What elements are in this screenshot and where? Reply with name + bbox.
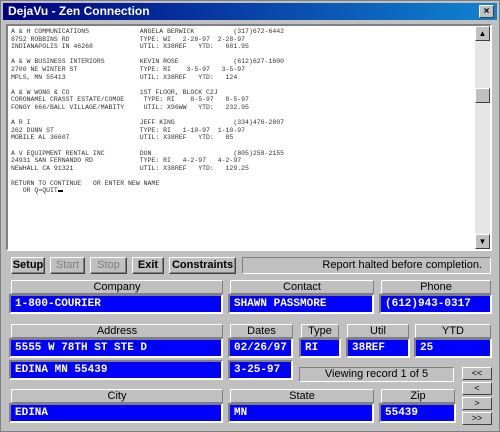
terminal-line: CORONAMEL CRASST ESTATE/COMOE TYPE: RI 8… — [11, 96, 249, 104]
last-record-button[interactable]: >> — [462, 412, 492, 425]
company-label: Company — [11, 280, 223, 294]
company-field[interactable]: 1-800-COURIER — [9, 294, 223, 314]
address-label: Address — [11, 324, 223, 338]
terminal-line: A V EQUIPMENT RENTAL INC DON (805)258-21… — [11, 149, 285, 157]
dates-label: Dates — [230, 324, 293, 338]
util-field[interactable]: 38REF — [346, 338, 410, 358]
terminal-output[interactable]: A & H COMMUNICATIONS ANGELA BERWICK (317… — [6, 24, 492, 251]
terminal-line: NEWHALL CA 91321 UTIL: X38REF YTD: 129.2… — [11, 164, 249, 172]
contact-field[interactable]: SHAWN PASSMORE — [228, 294, 374, 314]
scroll-down-button[interactable]: ▼ — [475, 234, 490, 249]
terminal-line: 8752 ROBBINS RD TYPE: WI 2-28-97 2-28-97 — [11, 35, 246, 43]
constraints-button[interactable]: Constraints — [169, 257, 236, 274]
setup-button[interactable]: Setup — [11, 257, 45, 274]
terminal-line: A R I JEFF KING (334)476-2807 — [11, 119, 285, 127]
terminal-scrollbar[interactable]: ▲ ▼ — [475, 26, 490, 249]
date1-field[interactable]: 02/26/97 — [228, 338, 293, 358]
terminal-line: 24931 SAN FERNANDO RD TYPE: RI 4-2-97 4-… — [11, 157, 242, 165]
terminal-line: A & W BUSINESS INTERIORS KEVIN ROSE (612… — [11, 58, 285, 66]
title-bar: DejaVu - Zen Connection × — [3, 3, 497, 20]
exit-button[interactable]: Exit — [132, 257, 164, 274]
terminal-line: FONGY 666/BALL VILLAGE/MABITY UTIL: X96W… — [11, 103, 249, 111]
terminal-text: A & H COMMUNICATIONS ANGELA BERWICK (317… — [11, 28, 476, 248]
stop-button[interactable]: Stop — [90, 257, 127, 274]
type-field[interactable]: RI — [299, 338, 341, 358]
city-field[interactable]: EDINA — [9, 403, 223, 423]
ytd-field[interactable]: 25 — [414, 338, 492, 358]
app-window: DejaVu - Zen Connection × A & H COMMUNIC… — [0, 0, 500, 432]
terminal-line: 262 DUNN ST TYPE: RI 1-10-97 1-10-97 — [11, 126, 246, 134]
address-line2-field[interactable]: EDINA MN 55439 — [9, 360, 223, 380]
phone-label: Phone — [381, 280, 491, 294]
record-position: Viewing record 1 of 5 — [299, 367, 454, 382]
state-field[interactable]: MN — [228, 403, 374, 423]
city-label: City — [11, 389, 223, 403]
terminal-line: RETURN TO CONTINUE OR ENTER NEW NAME — [11, 179, 160, 187]
util-label: Util — [347, 324, 409, 338]
scroll-thumb[interactable] — [475, 88, 490, 103]
scroll-up-button[interactable]: ▲ — [475, 26, 490, 41]
terminal-line: OR Q=QUIT — [11, 187, 58, 195]
previous-record-button[interactable]: < — [462, 382, 492, 395]
start-button[interactable]: Start — [50, 257, 85, 274]
state-label: State — [230, 389, 374, 403]
zip-label: Zip — [381, 389, 455, 403]
terminal-line: MPLS, MN 55413 UTIL: X38REF YTD: 124 — [11, 73, 238, 81]
terminal-line: 2700 NE WINTER ST TYPE: RI 3-5-97 3-5-97 — [11, 65, 246, 73]
terminal-line: MOBILE AL 36607 UTIL: X38REF YTD: 85 — [11, 134, 234, 142]
window-title: DejaVu - Zen Connection — [8, 4, 150, 18]
text-cursor — [57, 190, 63, 193]
terminal-line: A & H COMMUNICATIONS ANGELA BERWICK (317… — [11, 28, 285, 35]
next-record-button[interactable]: > — [462, 397, 492, 410]
phone-field[interactable]: (612)943-0317 — [379, 294, 492, 314]
contact-label: Contact — [230, 280, 374, 294]
first-record-button[interactable]: << — [462, 367, 492, 380]
date2-field[interactable]: 3-25-97 — [228, 360, 293, 380]
status-message: Report halted before completion. — [242, 257, 491, 274]
address-line1-field[interactable]: 5555 W 78TH ST STE D — [9, 338, 223, 358]
terminal-line: INDIANAPOLIS IN 46268 UTIL: X38REF YTD: … — [11, 43, 249, 51]
terminal-line: A & W WONG & CO 1ST FLOOR, BLOCK C2J — [11, 88, 218, 96]
type-label: Type — [301, 324, 339, 338]
zip-field[interactable]: 55439 — [379, 403, 456, 423]
close-button[interactable]: × — [479, 5, 494, 18]
ytd-label: YTD — [415, 324, 491, 338]
